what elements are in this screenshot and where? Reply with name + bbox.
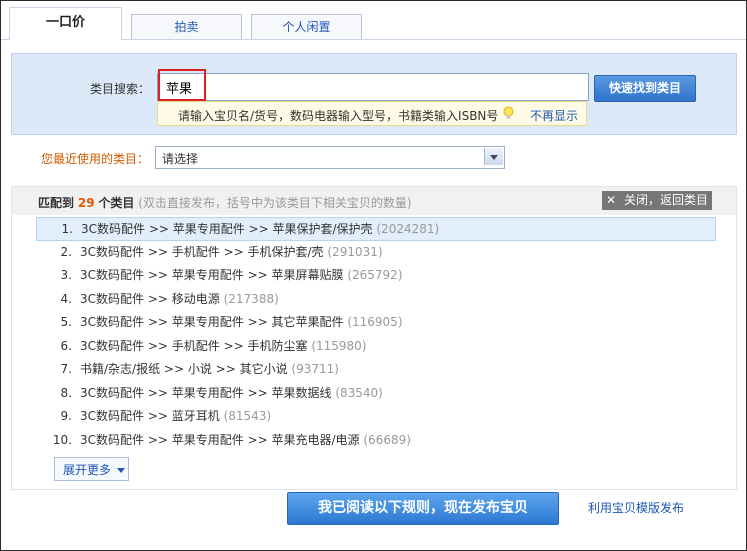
category-results-panel: 匹配到 29 个类目 (双击直接发布，括号中为该类目下相关宝贝的数量) ✕ 关闭… bbox=[11, 186, 737, 490]
results-header: 匹配到 29 个类目 (双击直接发布，括号中为该类目下相关宝贝的数量) ✕ 关闭… bbox=[12, 187, 736, 215]
list-item-number: 5. bbox=[60, 315, 72, 329]
list-item-count: (217388) bbox=[223, 291, 279, 306]
tab-auction[interactable]: 拍卖 bbox=[131, 14, 242, 39]
list-item-count: (93711) bbox=[291, 362, 339, 376]
tab-active-cover bbox=[10, 38, 120, 40]
list-item-count: (115980) bbox=[311, 338, 367, 353]
publish-window: 一口价 拍卖 个人闲置 类目搜索： 快速找到类目 请输入宝贝名/货号，数码电器输… bbox=[0, 0, 747, 551]
list-item[interactable]: 4. 3C数码配件 >> 移动电源 (217388) bbox=[38, 288, 714, 312]
list-item-count: (116905) bbox=[347, 315, 403, 329]
list-item-count: (2024281) bbox=[376, 222, 440, 236]
list-item-count: (291031) bbox=[327, 244, 383, 259]
tab-fixed-price[interactable]: 一口价 bbox=[9, 7, 122, 40]
close-return-button[interactable]: ✕ 关闭，返回类目 bbox=[602, 191, 712, 210]
list-item-path: 3C数码配件 >> 蓝牙耳机 bbox=[80, 409, 220, 423]
caret-down-icon bbox=[117, 468, 125, 473]
list-item-path: 3C数码配件 >> 苹果专用配件 >> 苹果充电器/电源 bbox=[80, 432, 360, 447]
list-item-number: 8. bbox=[60, 385, 72, 400]
category-search-field[interactable] bbox=[157, 73, 589, 101]
list-item-count: (83540) bbox=[335, 385, 383, 400]
results-count: 29 bbox=[77, 196, 95, 210]
list-item-count: (66689) bbox=[363, 432, 411, 447]
list-item-number: 6. bbox=[60, 338, 72, 353]
category-search-label: 类目搜索： bbox=[90, 82, 151, 96]
results-suffix: 个类目 bbox=[98, 196, 135, 210]
list-item[interactable]: 1. 3C数码配件 >> 苹果专用配件 >> 苹果保护套/保护壳 (2024281… bbox=[36, 217, 716, 241]
list-item[interactable]: 3. 3C数码配件 >> 苹果专用配件 >> 苹果屏幕贴膜 (265792) bbox=[38, 264, 714, 288]
list-item[interactable]: 8. 3C数码配件 >> 苹果专用配件 >> 苹果数据线 (83540) bbox=[38, 382, 714, 406]
chevron-down-icon[interactable] bbox=[484, 148, 503, 165]
list-item[interactable]: 2. 3C数码配件 >> 手机配件 >> 手机保护套/壳 (291031) bbox=[38, 241, 714, 265]
list-item-count: (81543) bbox=[223, 409, 272, 423]
quick-find-category-button[interactable]: 快速找到类目 bbox=[594, 75, 696, 102]
search-hint-text: 请输入宝贝名/货号，数码电器输入型号，书籍类输入ISBN号 bbox=[178, 109, 499, 123]
list-item-path: 3C数码配件 >> 手机配件 >> 手机防尘塞 bbox=[80, 338, 308, 353]
list-item[interactable]: 7. 书籍/杂志/报纸 >> 小说 >> 其它小说 (93711) bbox=[38, 358, 714, 382]
list-item-path: 3C数码配件 >> 苹果专用配件 >> 苹果数据线 bbox=[80, 385, 332, 400]
lightbulb-icon bbox=[503, 106, 514, 119]
template-publish-link[interactable]: 利用宝贝模版发布 bbox=[588, 499, 684, 516]
list-item[interactable]: 5. 3C数码配件 >> 苹果专用配件 >> 其它苹果配件 (116905) bbox=[38, 311, 714, 335]
list-item-number: 9. bbox=[60, 409, 72, 423]
recent-categories-select[interactable]: 请选择 bbox=[155, 146, 505, 169]
list-item-number: 3. bbox=[60, 268, 72, 282]
list-item-path: 3C数码配件 >> 移动电源 bbox=[80, 291, 220, 306]
recent-categories-value: 请选择 bbox=[162, 152, 199, 166]
list-item-number: 4. bbox=[60, 291, 72, 306]
category-list: 1. 3C数码配件 >> 苹果专用配件 >> 苹果保护套/保护壳 (2024281… bbox=[36, 217, 716, 453]
expand-more-button[interactable]: 展开更多 bbox=[54, 457, 129, 481]
tab-personal-idle[interactable]: 个人闲置 bbox=[251, 14, 362, 39]
list-item-path: 3C数码配件 >> 苹果专用配件 >> 苹果保护套/保护壳 bbox=[81, 222, 373, 236]
list-item[interactable]: 10. 3C数码配件 >> 苹果专用配件 >> 苹果充电器/电源 (66689) bbox=[38, 429, 714, 453]
list-item-number: 1. bbox=[61, 222, 73, 236]
list-item-count: (265792) bbox=[347, 268, 403, 282]
publish-item-button[interactable]: 我已阅读以下规则，现在发布宝贝 bbox=[287, 492, 559, 525]
list-item[interactable]: 9. 3C数码配件 >> 蓝牙耳机 (81543) bbox=[38, 405, 714, 429]
list-item-path: 3C数码配件 >> 苹果专用配件 >> 苹果屏幕贴膜 bbox=[80, 268, 344, 282]
list-item-number: 2. bbox=[60, 244, 72, 259]
results-note: (双击直接发布，括号中为该类目下相关宝贝的数量) bbox=[138, 196, 412, 210]
list-item-path: 3C数码配件 >> 手机配件 >> 手机保护套/壳 bbox=[80, 244, 324, 259]
search-highlight-box bbox=[158, 69, 206, 101]
close-icon: ✕ bbox=[606, 193, 617, 207]
results-summary: 匹配到 29 个类目 (双击直接发布，括号中为该类目下相关宝贝的数量) bbox=[38, 194, 412, 211]
expand-more-label: 展开更多 bbox=[63, 463, 112, 477]
results-prefix: 匹配到 bbox=[38, 196, 75, 210]
close-return-label: 关闭，返回类目 bbox=[624, 193, 709, 207]
category-search-panel: 类目搜索： 快速找到类目 请输入宝贝名/货号，数码电器输入型号，书籍类输入ISB… bbox=[11, 53, 737, 135]
list-item-number: 10. bbox=[52, 432, 72, 447]
category-search-input[interactable] bbox=[158, 74, 588, 100]
list-item[interactable]: 6. 3C数码配件 >> 手机配件 >> 手机防尘塞 (115980) bbox=[38, 335, 714, 359]
tab-bar: 一口价 拍卖 个人闲置 bbox=[1, 1, 746, 41]
list-item-number: 7. bbox=[60, 362, 72, 376]
no-show-link[interactable]: 不再显示 bbox=[530, 107, 578, 124]
list-item-path: 书籍/杂志/报纸 >> 小说 >> 其它小说 bbox=[80, 362, 288, 376]
list-item-path: 3C数码配件 >> 苹果专用配件 >> 其它苹果配件 bbox=[80, 315, 344, 329]
search-hint-tooltip: 请输入宝贝名/货号，数码电器输入型号，书籍类输入ISBN号 不再显示 bbox=[157, 101, 587, 126]
recent-categories-label: 您最近使用的类目： bbox=[41, 152, 150, 166]
